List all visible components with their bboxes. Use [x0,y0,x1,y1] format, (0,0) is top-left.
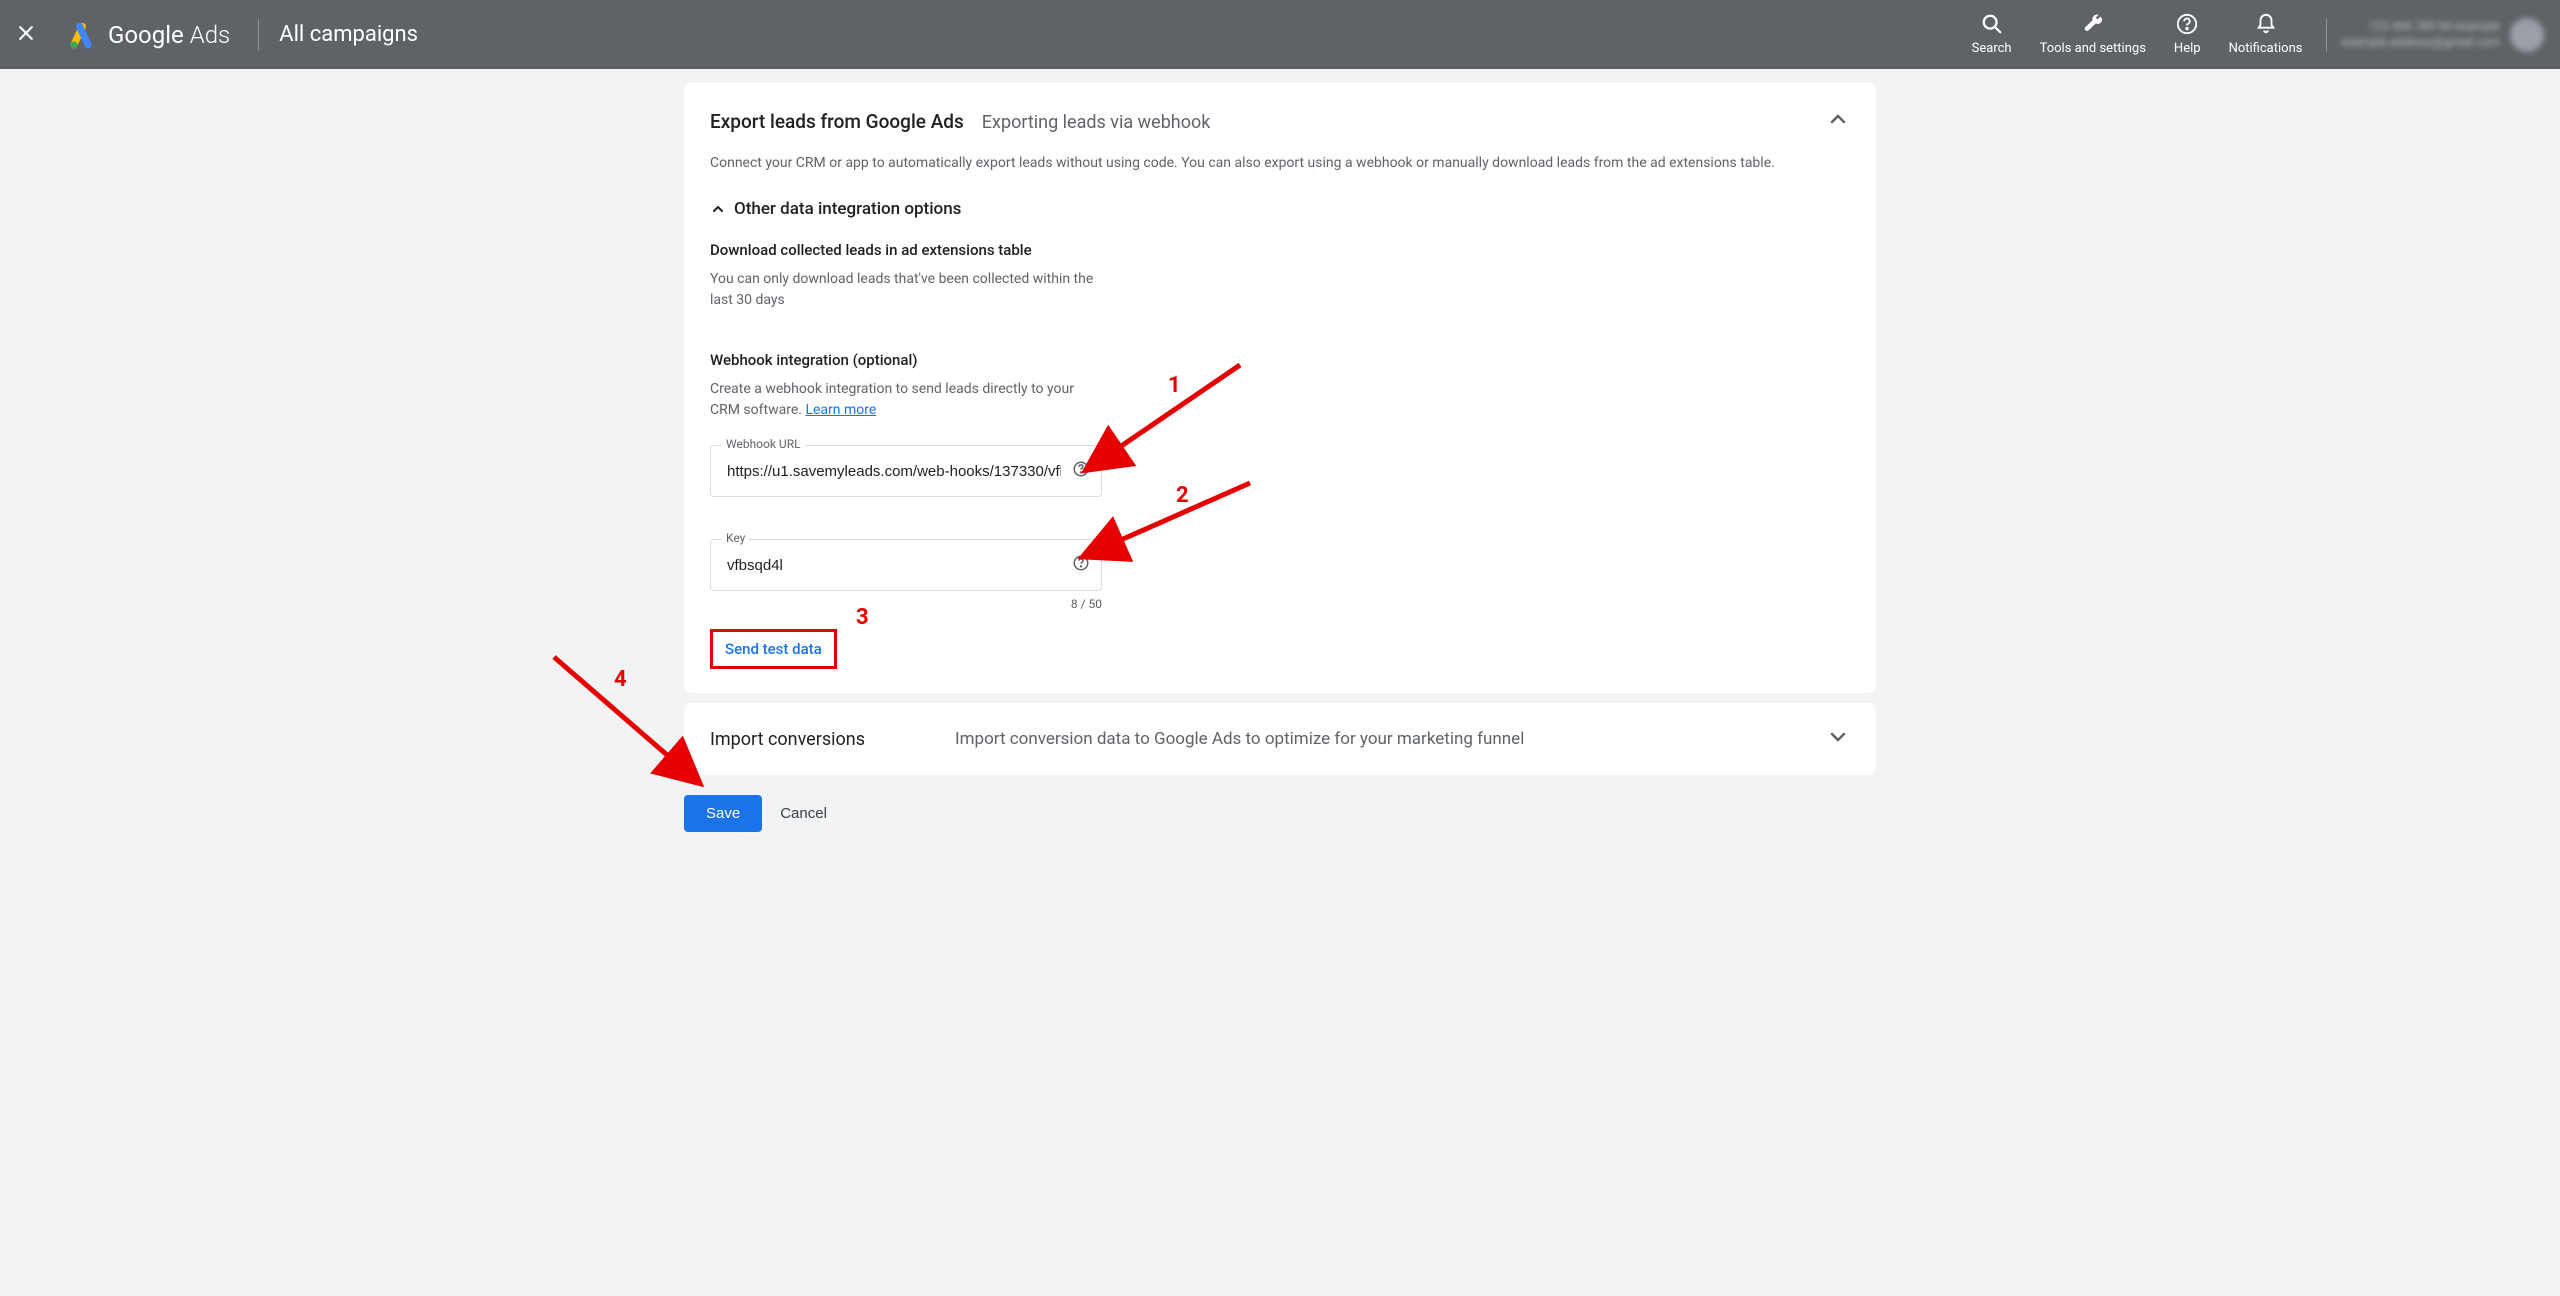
key-counter: 8 / 50 [710,597,1102,611]
import-conversions-title: Import conversions [710,729,865,750]
card-subtitle: Exporting leads via webhook [982,112,1211,133]
search-icon [1981,13,2003,35]
action-row: Save Cancel [684,795,1876,832]
google-ads-logo: Google Ads [64,18,230,52]
account-text: 123 456 789 00 example example.address@g… [2341,19,2500,50]
search-tool[interactable]: Search [1958,13,2026,57]
brand-text: Google Ads [108,21,230,49]
chevron-up-icon [710,201,726,217]
help-icon[interactable] [1072,460,1090,482]
campaigns-label[interactable]: All campaigns [279,22,418,47]
annotation-number: 4 [614,667,627,692]
learn-more-link[interactable]: Learn more [805,402,876,418]
import-conversions-desc: Import conversion data to Google Ads to … [955,729,1826,749]
chevron-down-icon[interactable] [1826,725,1850,753]
content-area: Export leads from Google Ads Exporting l… [684,83,1876,832]
send-test-data-button[interactable]: Send test data [710,629,837,669]
app-header: Google Ads All campaigns Search Tools an… [0,0,2560,69]
key-label: Key [722,531,749,545]
annotation-number: 2 [1176,483,1189,508]
key-input[interactable] [710,539,1102,591]
export-leads-card: Export leads from Google Ads Exporting l… [684,83,1876,693]
annotation-number: 1 [1168,373,1181,398]
help-icon [2176,13,2198,35]
card-title: Export leads from Google Ads [710,110,964,133]
integration-options-toggle[interactable]: Other data integration options [710,199,1850,219]
help-tool[interactable]: Help [2160,13,2215,57]
download-section-desc: You can only download leads that've been… [710,269,1100,311]
chevron-up-icon[interactable] [1826,107,1850,135]
google-ads-logo-icon [64,18,98,52]
key-field: Key [710,539,1102,591]
webhook-url-field: Webhook URL [710,445,1102,497]
avatar[interactable] [2510,18,2544,52]
vertical-separator [258,19,259,51]
import-conversions-card[interactable]: Import conversions Import conversion dat… [684,703,1876,775]
download-section-title: Download collected leads in ad extension… [710,241,1850,259]
card-description: Connect your CRM or app to automatically… [710,155,1850,171]
close-icon[interactable] [16,23,40,47]
webhook-url-input[interactable] [710,445,1102,497]
help-icon[interactable] [1072,554,1090,576]
annotation-number: 3 [856,605,869,630]
wrench-icon [2082,13,2104,35]
account-area[interactable]: 123 456 789 00 example example.address@g… [2326,18,2544,52]
save-button[interactable]: Save [684,795,762,832]
webhook-url-label: Webhook URL [722,437,805,451]
webhook-section-desc: Create a webhook integration to send lea… [710,379,1100,421]
webhook-section-title: Webhook integration (optional) [710,351,1850,369]
tools-settings-tool[interactable]: Tools and settings [2026,13,2160,57]
notifications-tool[interactable]: Notifications [2215,13,2317,57]
cancel-button[interactable]: Cancel [780,805,827,822]
bell-icon [2255,13,2277,35]
